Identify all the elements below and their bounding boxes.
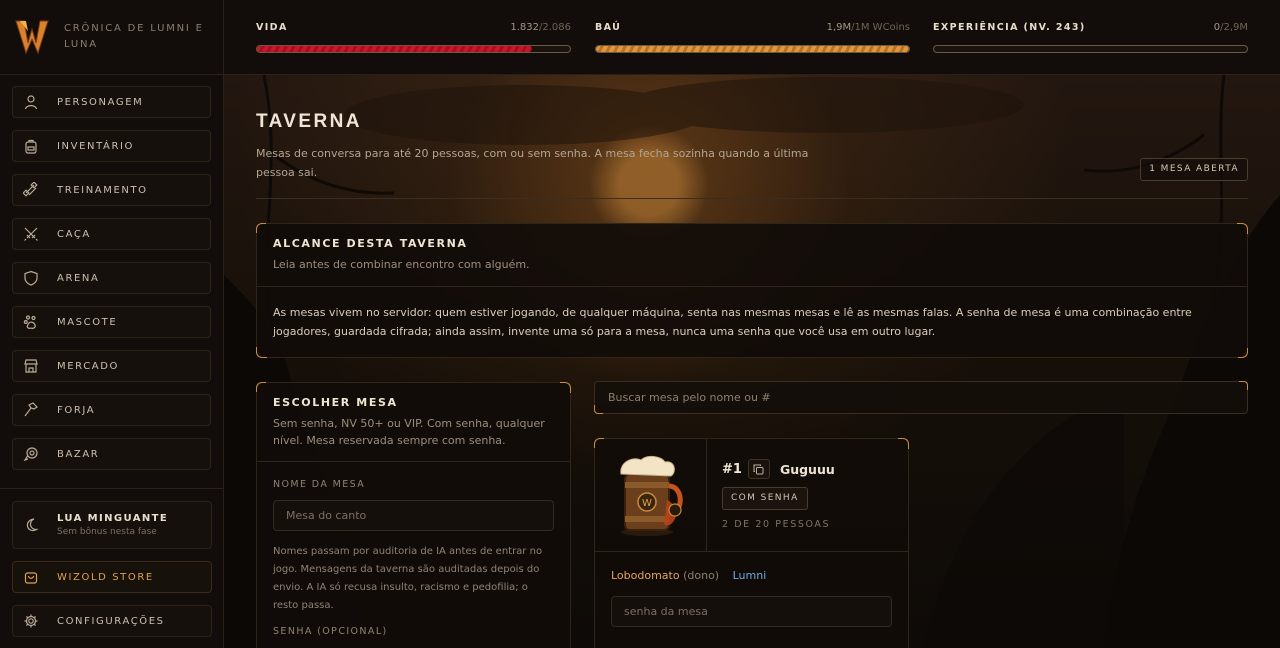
life-stat: VIDA 1.832/2.086 bbox=[256, 22, 571, 53]
header-divider bbox=[256, 198, 1248, 199]
sidebar-item-forja[interactable]: FORJA bbox=[12, 394, 211, 426]
sidebar-item-personagem[interactable]: PERSONAGEM bbox=[12, 86, 211, 118]
coin-icon bbox=[23, 447, 38, 462]
sidebar-item-label: MERCADO bbox=[57, 360, 119, 372]
member-list: Lobodomato (dono) Lumni bbox=[595, 552, 908, 582]
xp-max: /2,9M bbox=[1220, 22, 1248, 33]
chest-current: 1,9M bbox=[826, 22, 852, 33]
table-search-input[interactable]: Buscar mesa pelo nome ou # bbox=[594, 381, 1248, 414]
xp-label: EXPERIÊNCIA (NV. 243) bbox=[933, 22, 1086, 33]
chest-value: 1,9M/1M WCoins bbox=[827, 22, 910, 33]
page-title: TAVERNA bbox=[256, 111, 362, 132]
sidebar-item-label: MASCOTE bbox=[57, 316, 118, 328]
sidebar-item-label: PERSONAGEM bbox=[57, 96, 144, 108]
choose-table-panel: ESCOLHER MESA Sem senha, NV 50+ ou VIP. … bbox=[256, 382, 571, 648]
life-bar-fill bbox=[257, 46, 532, 52]
chest-stat: BAÚ 1,9M/1M WCoins bbox=[595, 22, 910, 53]
backpack-icon bbox=[25, 139, 37, 154]
main-nav: PERSONAGEM INVENTÁRIO TREINAMENTO CAÇA A… bbox=[0, 75, 223, 470]
app-title: Crônica de Lumni e Luna bbox=[64, 23, 204, 50]
crossed-swords-icon bbox=[24, 227, 38, 241]
copy-icon bbox=[753, 464, 764, 474]
store-label: WIZOLD STORE bbox=[57, 571, 154, 583]
copy-button[interactable] bbox=[747, 459, 770, 479]
sidebar-item-label: INVENTÁRIO bbox=[57, 140, 135, 152]
settings-label: CONFIGURAÇÕES bbox=[57, 615, 165, 627]
choose-title: ESCOLHER MESA bbox=[273, 396, 398, 409]
gear-icon bbox=[24, 614, 38, 628]
xp-value: 0/2,9M bbox=[1214, 22, 1248, 33]
tavern-page: TAVERNA Mesas de conversa para até 20 pe… bbox=[256, 75, 1248, 648]
sidebar-item-label: BAZAR bbox=[57, 448, 100, 460]
paw-icon bbox=[23, 315, 36, 329]
settings-button[interactable]: CONFIGURAÇÕES bbox=[12, 605, 212, 637]
owner-tag: (dono) bbox=[683, 569, 720, 582]
brand[interactable]: Crônica de Lumni e Luna bbox=[0, 0, 223, 75]
sidebar-footer: LUA MINGUANTE Sem bônus nesta fase WIZOL… bbox=[0, 488, 224, 648]
sidebar-item-mascote[interactable]: MASCOTE bbox=[12, 306, 211, 338]
sidebar-item-arena[interactable]: ARENA bbox=[12, 262, 211, 294]
table-password-input[interactable]: senha da mesa bbox=[611, 596, 892, 627]
shield-icon bbox=[24, 270, 38, 286]
tankard-image: W bbox=[595, 439, 707, 551]
sidebar-item-label: FORJA bbox=[57, 404, 96, 416]
sidebar-item-label: TREINAMENTO bbox=[57, 184, 148, 196]
moon-phase-title: LUA MINGUANTE bbox=[57, 513, 169, 524]
member-name[interactable]: Lumni bbox=[733, 569, 767, 582]
xp-stat: EXPERIÊNCIA (NV. 243) 0/2,9M bbox=[933, 22, 1248, 53]
chest-bar bbox=[595, 45, 910, 53]
moon-phase-card[interactable]: LUA MINGUANTE Sem bônus nesta fase bbox=[12, 501, 212, 549]
table-name-input[interactable]: Mesa do canto bbox=[273, 500, 554, 531]
reach-body: As mesas vivem no servidor: quem estiver… bbox=[273, 306, 1192, 338]
sidebar-item-bazar[interactable]: BAZAR bbox=[12, 438, 211, 470]
life-max: /2.086 bbox=[539, 22, 571, 33]
sidebar-item-inventario[interactable]: INVENTÁRIO bbox=[12, 130, 211, 162]
user-icon bbox=[24, 95, 38, 110]
chest-label: BAÚ bbox=[595, 22, 622, 33]
chest-bar-fill bbox=[596, 46, 909, 52]
shopping-bag-icon bbox=[24, 572, 38, 584]
table-password-label: SENHA (OPCIONAL) bbox=[273, 626, 388, 637]
life-value: 1.832/2.086 bbox=[510, 22, 571, 33]
moon-icon bbox=[26, 518, 39, 532]
svg-text:W: W bbox=[642, 498, 652, 509]
reach-title: ALCANCE DESTA TAVERNA bbox=[273, 237, 468, 250]
moon-phase-subtitle: Sem bônus nesta fase bbox=[57, 527, 157, 537]
table-number: #1 bbox=[722, 461, 742, 477]
tavern-reach-panel: ALCANCE DESTA TAVERNA Leia antes de comb… bbox=[256, 223, 1248, 358]
life-label: VIDA bbox=[256, 22, 288, 33]
game-logo-icon bbox=[15, 20, 49, 55]
open-tables-badge: 1 MESA ABERTA bbox=[1140, 158, 1248, 181]
table-occupancy: 2 DE 20 PESSOAS bbox=[722, 519, 831, 530]
sidebar-item-caca[interactable]: CAÇA bbox=[12, 218, 211, 250]
store-icon bbox=[24, 359, 38, 373]
choose-subtitle: Sem senha, NV 50+ ou VIP. Com senha, qua… bbox=[273, 417, 545, 447]
beer-mug-icon: W bbox=[619, 455, 683, 536]
reach-subtitle: Leia antes de combinar encontro com algu… bbox=[273, 258, 530, 271]
sidebar: Crônica de Lumni e Luna PERSONAGEM INVEN… bbox=[0, 0, 224, 648]
table-card[interactable]: W #1 Guguuu COM SENHA 2 DE 20 PESSOAS Lo… bbox=[594, 438, 909, 648]
page-description: Mesas de conversa para até 20 pessoas, c… bbox=[256, 147, 809, 179]
sidebar-item-label: CAÇA bbox=[57, 228, 91, 240]
sidebar-item-label: ARENA bbox=[57, 272, 100, 284]
naming-hint: Nomes passam por auditoria de IA antes d… bbox=[273, 546, 543, 611]
password-badge: COM SENHA bbox=[722, 487, 808, 510]
life-current: 1.832 bbox=[510, 22, 539, 33]
dumbbell-icon bbox=[23, 182, 38, 197]
life-bar bbox=[256, 45, 571, 53]
wizold-store-button[interactable]: WIZOLD STORE bbox=[12, 561, 212, 593]
chest-max: /1M WCoins bbox=[851, 22, 910, 33]
owner-name[interactable]: Lobodomato bbox=[611, 569, 680, 582]
status-bar: VIDA 1.832/2.086 BAÚ 1,9M/1M WCoins EXPE… bbox=[224, 0, 1280, 75]
sidebar-item-mercado[interactable]: MERCADO bbox=[12, 350, 211, 382]
hammer-icon bbox=[24, 402, 38, 417]
xp-bar bbox=[933, 45, 1248, 53]
sidebar-item-treinamento[interactable]: TREINAMENTO bbox=[12, 174, 211, 206]
table-name-label: NOME DA MESA bbox=[273, 479, 366, 490]
table-name: Guguuu bbox=[779, 461, 835, 477]
